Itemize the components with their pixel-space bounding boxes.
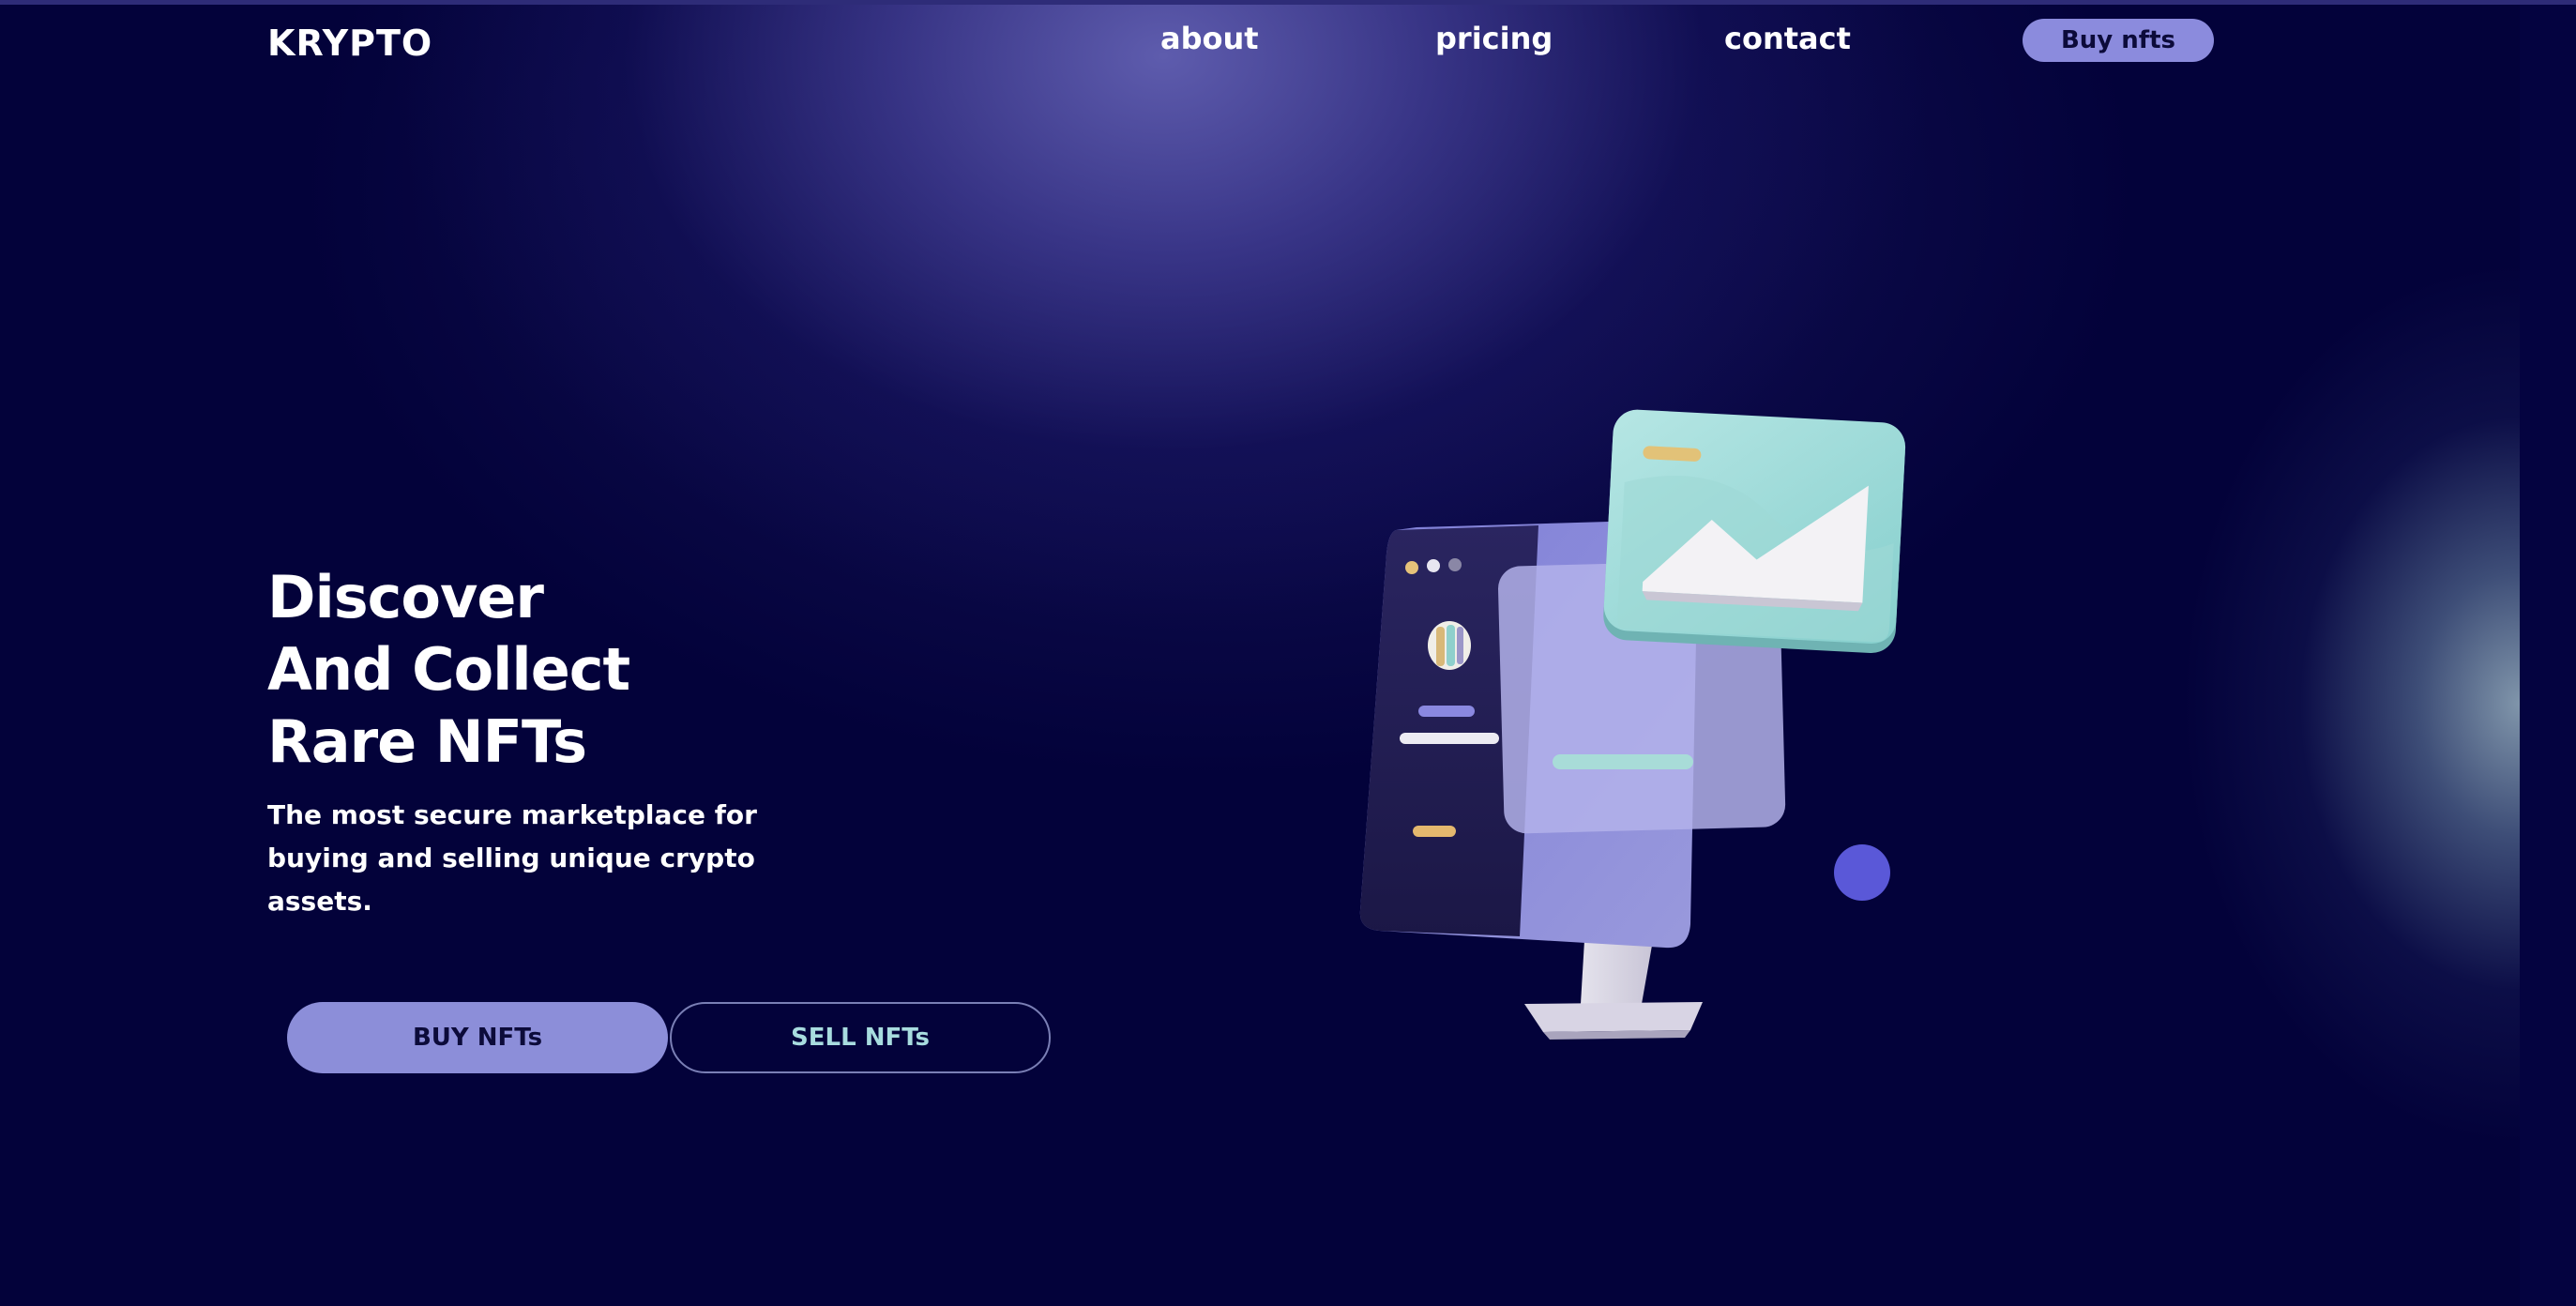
buy-nfts-header-button[interactable]: Buy nfts <box>2023 19 2214 62</box>
brand-logo[interactable]: KRYPTO <box>267 23 432 64</box>
hero-title-line-1: Discover <box>267 563 544 631</box>
hero-title-line-2: And Collect <box>267 635 630 704</box>
hero-title-line-3: Rare NFTs <box>267 707 587 776</box>
nft-monitor-illustration <box>1359 409 1906 1040</box>
top-border-line <box>0 0 2576 5</box>
nav-link-contact[interactable]: contact <box>1724 21 1851 56</box>
hero-title: Discover And Collect Rare NFTs <box>267 561 630 778</box>
nav-link-pricing[interactable]: pricing <box>1435 21 1553 56</box>
hero-subtitle: The most secure marketplace for buying a… <box>267 799 757 917</box>
right-edge-strip <box>2520 0 2576 1306</box>
buy-nfts-button[interactable]: BUY NFTs <box>287 1002 668 1073</box>
sell-nfts-button[interactable]: SELL NFTs <box>670 1002 1051 1073</box>
nav-link-about[interactable]: about <box>1160 21 1259 56</box>
